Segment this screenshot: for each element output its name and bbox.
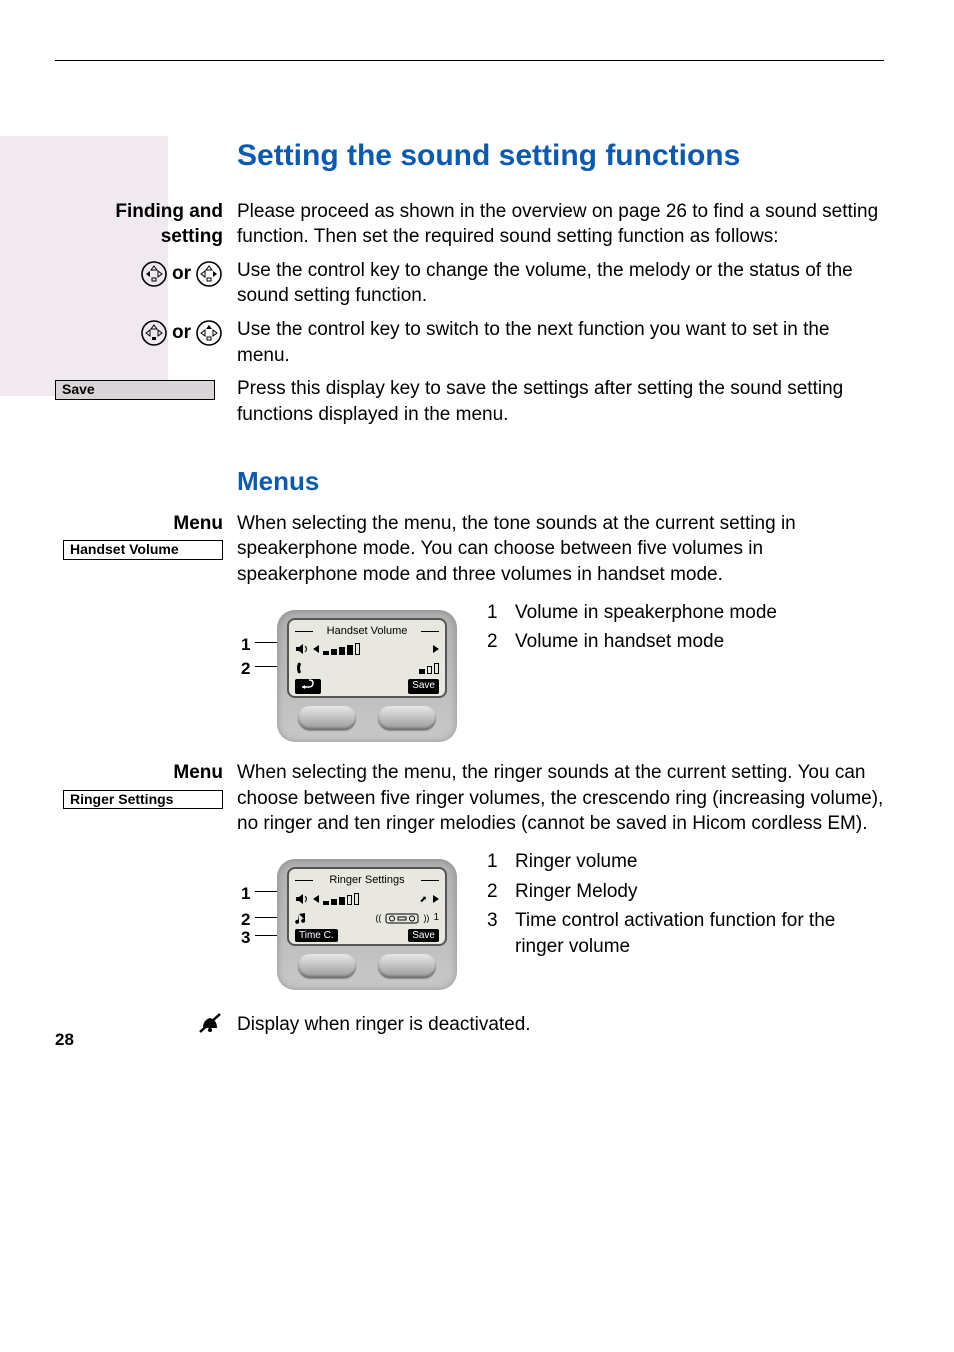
or-text-2: or [172, 320, 191, 346]
control-body-1: Use the control key to change the volume… [237, 258, 884, 309]
right-soft-button [378, 706, 436, 730]
ringer-off-icon [197, 1012, 223, 1042]
left-soft-button [298, 706, 356, 730]
phone-pictogram [385, 912, 419, 924]
save-display-key: Save [55, 380, 215, 400]
menu-label-2: Menu [173, 762, 223, 783]
control-key-icon [195, 260, 223, 288]
handset-icon [295, 661, 309, 675]
control-key-left-right: or [55, 260, 223, 288]
control-key-icon [140, 319, 168, 347]
control-key-icon [140, 260, 168, 288]
timec-softkey: Time C. [295, 929, 338, 943]
control-body-2: Use the control key to switch to the nex… [237, 317, 884, 368]
page-number: 28 [55, 1029, 74, 1052]
handset-volume-figure: 1 2 Handset Volume [277, 600, 457, 742]
or-text-1: or [172, 261, 191, 287]
page-title: Setting the sound setting functions [237, 136, 884, 177]
handset-legend: 1Volume in speakerphone mode 2Volume in … [487, 600, 777, 659]
save-softkey-1: Save [408, 679, 439, 694]
speaker-icon [295, 893, 309, 905]
ringer-settings-key: Ringer Settings [63, 790, 223, 810]
handset-volume-key: Handset Volume [63, 540, 223, 560]
speaker-icon [295, 643, 309, 655]
handset-volume-body: When selecting the menu, the tone sounds… [237, 511, 884, 588]
finding-label: Finding and setting [115, 201, 223, 248]
ringer-body: When selecting the menu, the ringer soun… [237, 760, 884, 837]
screen-title-2: Ringer Settings [295, 873, 439, 888]
menu-label-1: Menu [173, 513, 223, 534]
right-soft-button [378, 954, 436, 978]
melody-icon [295, 912, 309, 924]
ringer-settings-figure: 1 2 3 Ringer Settings ⬈ [277, 849, 457, 990]
screen-title-1: Handset Volume [295, 624, 439, 639]
left-soft-button [298, 954, 356, 978]
save-softkey-2: Save [408, 929, 439, 943]
control-key-up-down: or [55, 319, 223, 347]
control-key-icon [195, 319, 223, 347]
ringer-legend: 1Ringer volume 2Ringer Melody 3Time cont… [487, 849, 884, 964]
menus-heading: Menus [237, 464, 884, 499]
ringer-off-body: Display when ringer is deactivated. [237, 1012, 884, 1038]
finding-body: Please proceed as shown in the overview … [237, 199, 884, 250]
back-softkey [295, 679, 321, 694]
top-rule [55, 60, 884, 61]
save-body: Press this display key to save the setti… [237, 376, 884, 427]
